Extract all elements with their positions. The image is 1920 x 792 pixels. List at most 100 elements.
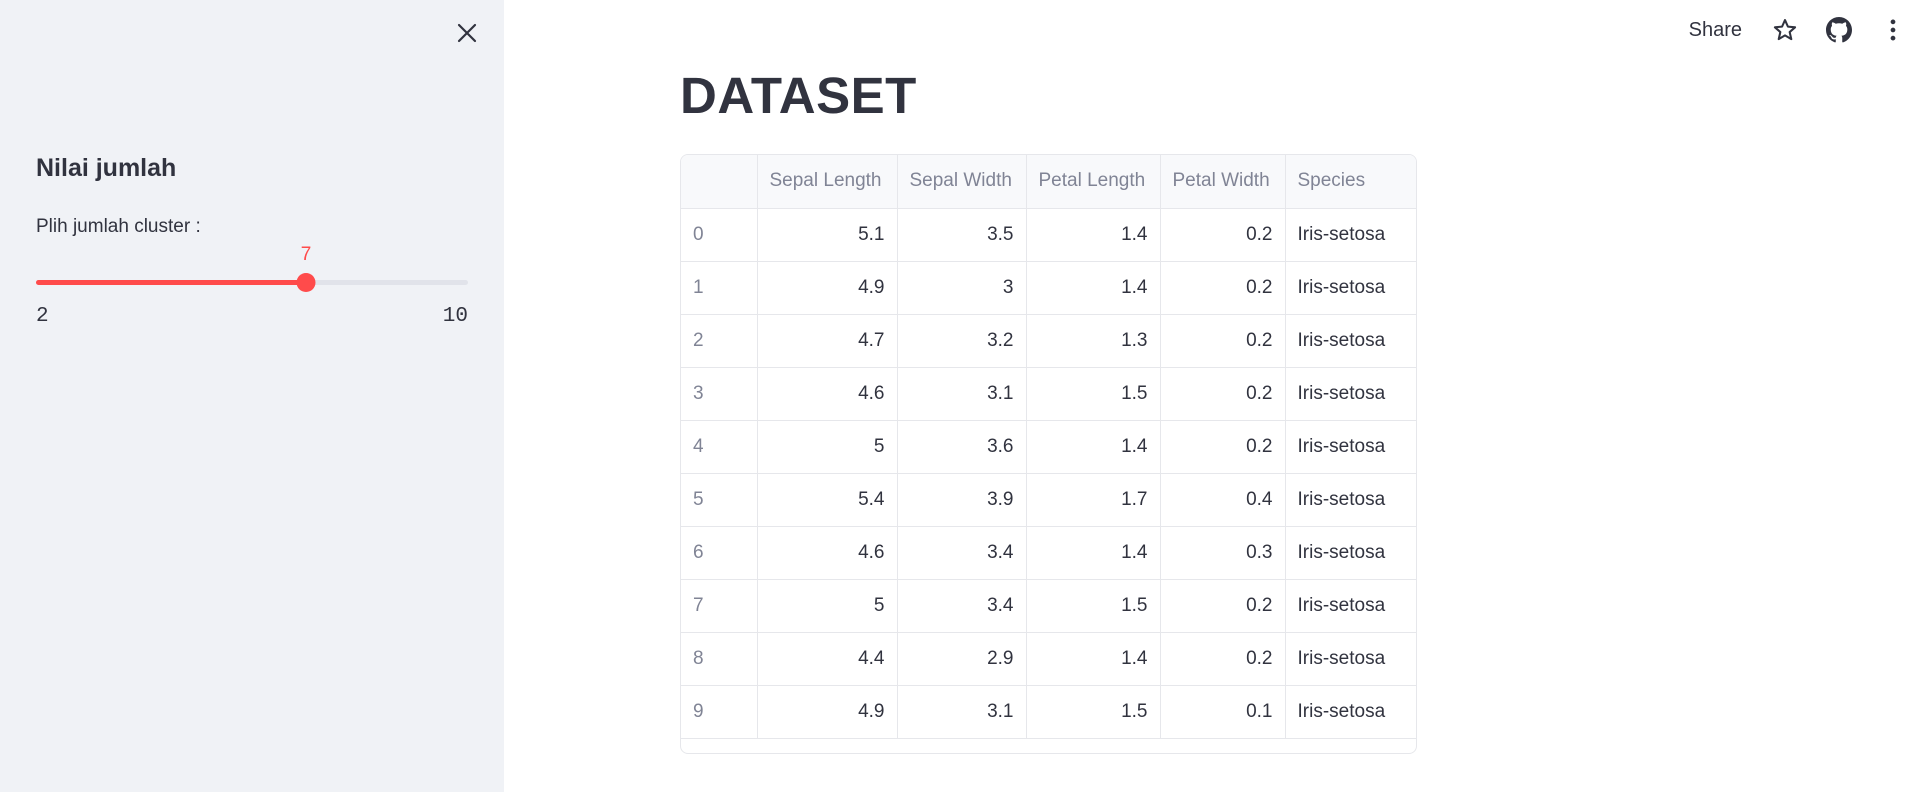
table-cell[interactable]: 1.4 [1026, 632, 1161, 686]
table-cell[interactable]: 1.5 [1026, 367, 1161, 421]
index-column-header[interactable] [681, 155, 758, 209]
page-title: DATASET [680, 67, 917, 124]
slider-thumb[interactable] [296, 273, 316, 292]
row-index-cell[interactable]: 6 [681, 526, 758, 580]
row-index-cell[interactable]: 3 [681, 367, 758, 421]
table-cell[interactable]: 4.6 [757, 367, 898, 421]
close-sidebar-button[interactable] [452, 18, 482, 48]
table-cell[interactable]: Iris-setosa [1285, 208, 1416, 262]
table-cell[interactable]: 0.2 [1160, 579, 1286, 633]
table-cell[interactable]: 3.5 [897, 208, 1027, 262]
table-cell[interactable]: 3.1 [897, 367, 1027, 421]
table-cell[interactable]: 1.5 [1026, 685, 1161, 739]
table-cell[interactable]: 0.2 [1160, 208, 1286, 262]
column-header[interactable]: Sepal Length [757, 155, 898, 209]
table-cell[interactable]: 3.4 [897, 526, 1027, 580]
table-row: 2 4.7 3.2 1.3 0.2 Iris-setosa [681, 314, 1416, 368]
dataframe[interactable]: Sepal Length Sepal Width Petal Length Petal… [680, 154, 1417, 754]
table-cell[interactable]: Iris-setosa [1285, 685, 1416, 739]
table-cell[interactable]: Iris-setosa [1285, 261, 1416, 315]
table-cell[interactable]: 1.4 [1026, 420, 1161, 474]
table-cell[interactable]: 1.3 [1026, 314, 1161, 368]
table-row: 4 5 3.6 1.4 0.2 Iris-setosa [681, 420, 1416, 474]
table-cell[interactable]: 5.4 [757, 473, 898, 527]
table-cell[interactable]: Iris-setosa [1285, 632, 1416, 686]
table-cell[interactable]: 5.1 [757, 208, 898, 262]
table-cell[interactable]: 2.9 [897, 632, 1027, 686]
table-cell[interactable]: Iris-setosa [1285, 526, 1416, 580]
table-cell[interactable]: 0.2 [1160, 632, 1286, 686]
column-header[interactable]: Species [1285, 155, 1416, 209]
row-index-cell[interactable]: 0 [681, 208, 758, 262]
table-cell[interactable]: 4.4 [757, 632, 898, 686]
more-vertical-icon [1890, 19, 1896, 41]
table-row: 3 4.6 3.1 1.5 0.2 Iris-setosa [681, 367, 1416, 421]
table-cell[interactable]: 3.1 [897, 685, 1027, 739]
table-cell[interactable]: 0.4 [1160, 473, 1286, 527]
slider-min-label: 2 [36, 305, 49, 328]
row-index-cell[interactable]: 7 [681, 579, 758, 633]
top-toolbar: Share [1689, 0, 1920, 60]
table-row: 7 5 3.4 1.5 0.2 Iris-setosa [681, 579, 1416, 633]
table-cell[interactable]: 5 [757, 420, 898, 474]
table-cell[interactable]: 3.4 [897, 579, 1027, 633]
table-cell[interactable]: 0.3 [1160, 526, 1286, 580]
slider-current-value: 7 [300, 244, 312, 265]
table-cell[interactable]: Iris-setosa [1285, 473, 1416, 527]
table-cell[interactable]: 3.9 [897, 473, 1027, 527]
table-header-row: Sepal Length Sepal Width Petal Length Petal… [681, 155, 1416, 209]
table-cell[interactable]: 3.2 [897, 314, 1027, 368]
table-cell[interactable]: 4.6 [757, 526, 898, 580]
github-icon [1826, 17, 1852, 43]
star-button[interactable] [1770, 15, 1800, 45]
table-cell[interactable]: 1.4 [1026, 526, 1161, 580]
row-index-cell[interactable]: 2 [681, 314, 758, 368]
table-cell[interactable]: 5 [757, 579, 898, 633]
table-row: 0 5.1 3.5 1.4 0.2 Iris-setosa [681, 208, 1416, 262]
row-index-cell[interactable]: 8 [681, 632, 758, 686]
close-icon [457, 23, 477, 43]
table-cell[interactable]: 0.2 [1160, 261, 1286, 315]
table-cell[interactable]: Iris-setosa [1285, 420, 1416, 474]
row-index-cell[interactable]: 9 [681, 685, 758, 739]
share-button[interactable]: Share [1689, 19, 1742, 42]
table-cell[interactable]: 3.6 [897, 420, 1027, 474]
table-cell[interactable]: 4.9 [757, 261, 898, 315]
table-cell[interactable]: 4.9 [757, 685, 898, 739]
slider-fill [36, 280, 306, 285]
app-root: Nilai jumlah Plih jumlah cluster : 7 2 1… [0, 0, 1920, 792]
star-icon [1773, 19, 1797, 41]
data-table: Sepal Length Sepal Width Petal Length Petal… [681, 155, 1416, 739]
slider-label: Plih jumlah cluster : [36, 216, 201, 237]
main-menu-button[interactable] [1878, 15, 1908, 45]
table-cell[interactable]: 0.2 [1160, 420, 1286, 474]
table-cell[interactable]: 3 [897, 261, 1027, 315]
table-cell[interactable]: Iris-setosa [1285, 367, 1416, 421]
table-cell[interactable]: Iris-setosa [1285, 579, 1416, 633]
table-row: 6 4.6 3.4 1.4 0.3 Iris-setosa [681, 526, 1416, 580]
table-cell[interactable]: 1.4 [1026, 261, 1161, 315]
column-header[interactable]: Petal Length [1026, 155, 1161, 209]
table-cell[interactable]: 0.2 [1160, 314, 1286, 368]
table-row: 1 4.9 3 1.4 0.2 Iris-setosa [681, 261, 1416, 315]
table-cell[interactable]: 1.5 [1026, 579, 1161, 633]
row-index-cell[interactable]: 1 [681, 261, 758, 315]
table-row: 8 4.4 2.9 1.4 0.2 Iris-setosa [681, 632, 1416, 686]
row-index-cell[interactable]: 5 [681, 473, 758, 527]
table-row: 9 4.9 3.1 1.5 0.1 Iris-setosa [681, 685, 1416, 739]
table-cell[interactable]: 4.7 [757, 314, 898, 368]
column-header[interactable]: Petal Width [1160, 155, 1286, 209]
table-cell[interactable]: Iris-setosa [1285, 314, 1416, 368]
table-cell[interactable]: 1.7 [1026, 473, 1161, 527]
row-index-cell[interactable]: 4 [681, 420, 758, 474]
sidebar-heading: Nilai jumlah [36, 154, 177, 182]
sidebar: Nilai jumlah Plih jumlah cluster : 7 2 1… [0, 0, 504, 792]
table-row: 5 5.4 3.9 1.7 0.4 Iris-setosa [681, 473, 1416, 527]
github-button[interactable] [1824, 15, 1854, 45]
column-header[interactable]: Sepal Width [897, 155, 1027, 209]
table-cell[interactable]: 0.1 [1160, 685, 1286, 739]
slider-track[interactable] [36, 280, 468, 285]
slider-max-label: 10 [442, 305, 468, 328]
table-cell[interactable]: 0.2 [1160, 367, 1286, 421]
table-cell[interactable]: 1.4 [1026, 208, 1161, 262]
